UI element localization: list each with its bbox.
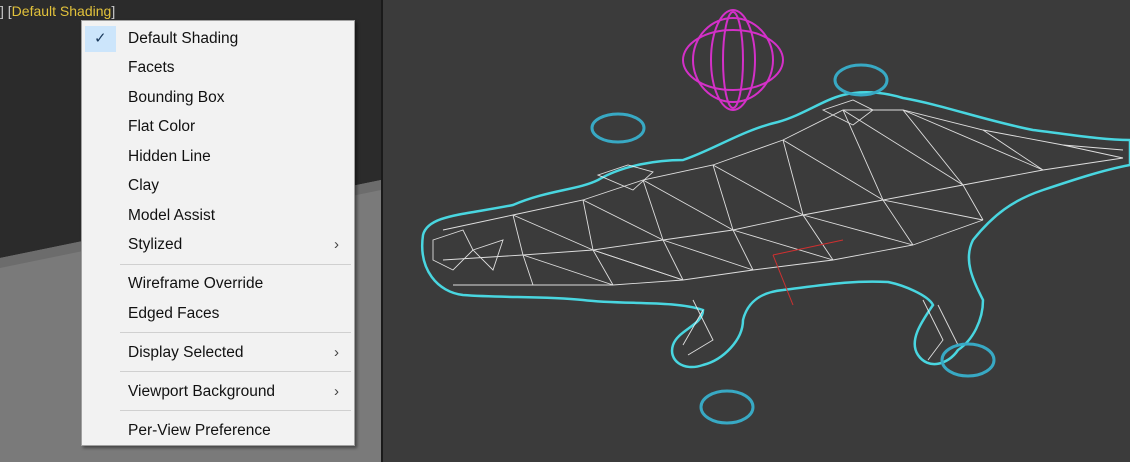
menu-item-bounding-box[interactable]: Bounding Box (85, 84, 351, 111)
menu-item-label: Flat Color (128, 118, 196, 135)
menu-item-label: Wireframe Override (128, 275, 264, 292)
menu-item-label: Facets (128, 59, 175, 76)
menu-item-label: Hidden Line (128, 148, 211, 165)
alligator-wireframe (432, 99, 1124, 361)
menu-item-display-selected[interactable]: Display Selected › (85, 339, 351, 366)
viewport-shading-label[interactable]: ] [Default Shading] (0, 3, 115, 19)
menu-separator (120, 332, 351, 333)
wireframe-scene (420, 9, 1130, 425)
menu-item-model-assist[interactable]: Model Assist (85, 202, 351, 229)
shading-context-menu: ✓ Default Shading Facets Bounding Box Fl… (81, 20, 355, 446)
ik-controls (590, 63, 996, 425)
gimbal-control (682, 9, 784, 111)
right-viewport[interactable] (383, 0, 1130, 462)
menu-item-label: Edged Faces (128, 305, 220, 322)
chevron-right-icon: › (334, 344, 339, 361)
menu-item-label: Clay (128, 177, 160, 194)
ring-control-2 (833, 63, 889, 97)
menu-item-label: Bounding Box (128, 89, 225, 106)
menu-item-flat-color[interactable]: Flat Color (85, 113, 351, 140)
ring-control-1 (590, 112, 646, 144)
checkmark-icon: ✓ (94, 30, 107, 47)
pivot-gizmo (772, 239, 844, 306)
menu-item-label: Default Shading (128, 30, 239, 47)
menu-item-edged-faces[interactable]: Edged Faces (85, 300, 351, 327)
menu-item-label: Model Assist (128, 207, 216, 224)
label-prefix: ] (0, 3, 4, 19)
menu-item-label: Viewport Background (128, 383, 276, 400)
menu-item-per-view-preference[interactable]: Per-View Preference (85, 417, 351, 444)
menu-item-default-shading[interactable]: ✓ Default Shading (85, 25, 351, 52)
chevron-right-icon: › (334, 236, 339, 253)
label-shading-mode[interactable]: Default Shading (12, 3, 112, 19)
menu-item-facets[interactable]: Facets (85, 54, 351, 81)
chevron-right-icon: › (334, 383, 339, 400)
menu-separator (120, 410, 351, 411)
alligator-outline (420, 90, 1130, 369)
ring-control-3 (699, 389, 755, 425)
menu-item-viewport-background[interactable]: Viewport Background › (85, 378, 351, 405)
label-close-bracket: ] (111, 3, 116, 19)
menu-item-hidden-line[interactable]: Hidden Line (85, 143, 351, 170)
menu-item-label: Stylized (128, 236, 183, 253)
menu-item-wireframe-override[interactable]: Wireframe Override (85, 270, 351, 297)
menu-item-stylized[interactable]: Stylized › (85, 231, 351, 258)
menu-item-label: Display Selected (128, 344, 244, 361)
menu-item-label: Per-View Preference (128, 422, 271, 439)
menu-separator (120, 371, 351, 372)
menu-item-clay[interactable]: Clay (85, 172, 351, 199)
menu-separator (120, 264, 351, 265)
